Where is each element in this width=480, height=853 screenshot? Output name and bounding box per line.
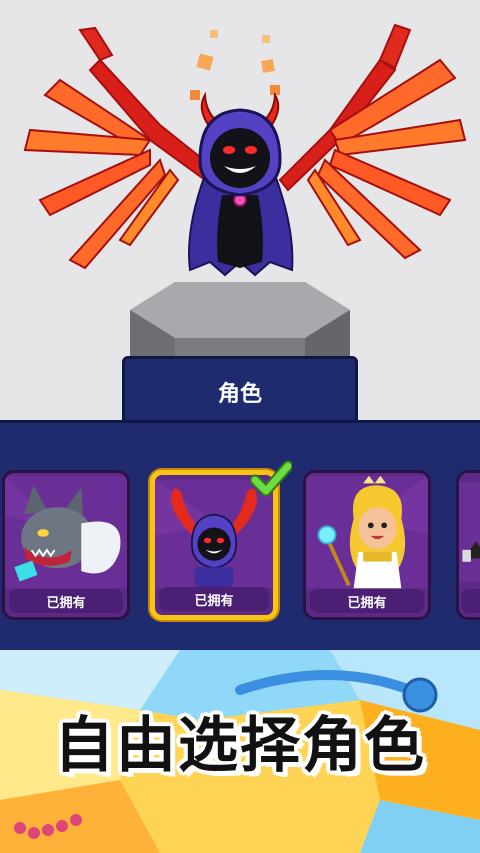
owned-label: 已拥有 [159, 587, 269, 611]
character-card-partial[interactable] [456, 470, 480, 620]
golden-girl-portrait [306, 475, 428, 589]
owned-label: 已拥有 [9, 589, 123, 613]
tab-characters-label: 角色 [217, 381, 262, 407]
right-wing [278, 23, 467, 260]
owned-label [461, 589, 480, 613]
flame-particles [190, 30, 280, 100]
face [210, 128, 270, 188]
character-card-werewolf[interactable]: 已拥有 [2, 470, 130, 620]
werewolf-portrait [5, 475, 127, 589]
right-eye [245, 146, 257, 154]
partial-portrait [459, 481, 480, 583]
left-eye [223, 146, 235, 154]
owned-label: 已拥有 [310, 589, 424, 613]
selected-check-icon [250, 460, 292, 497]
left-wing [23, 26, 212, 270]
tab-characters[interactable]: 角色 [122, 356, 358, 424]
banner-slogan: 自由选择角色 [54, 710, 426, 781]
character-card-golden-girl[interactable]: 已拥有 [303, 470, 431, 620]
